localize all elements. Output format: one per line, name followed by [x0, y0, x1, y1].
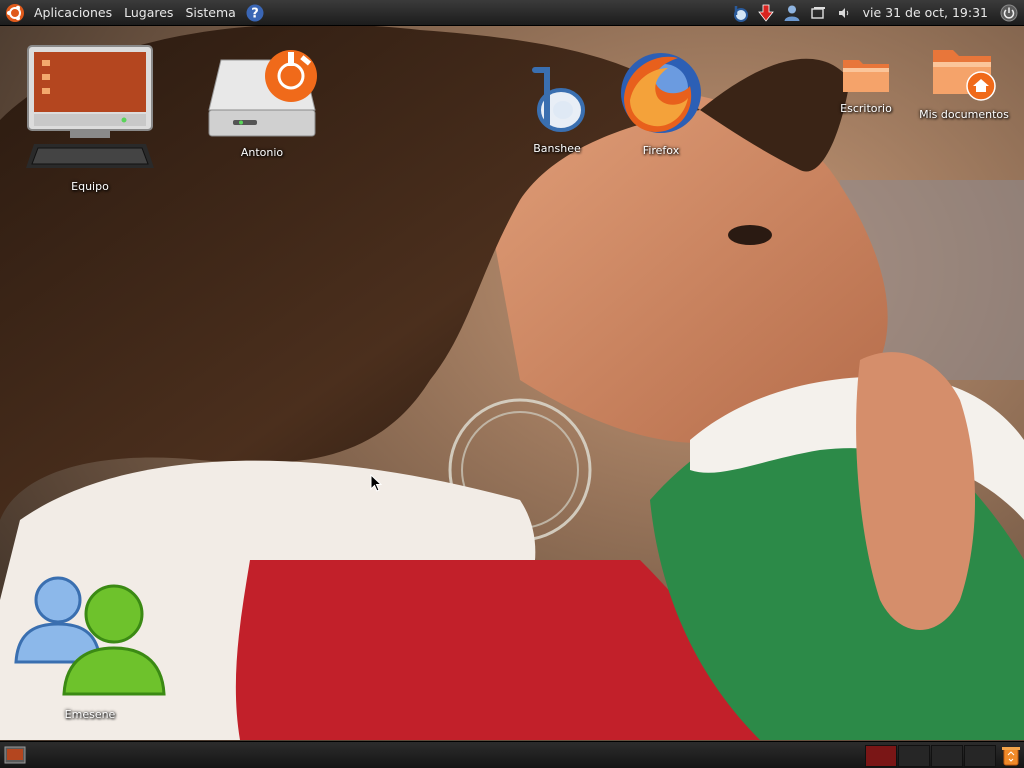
window-icon[interactable]: [807, 2, 829, 24]
desktop-icon-label: Escritorio: [840, 102, 892, 115]
panel-tray: vie 31 de oct, 19:31: [727, 0, 1024, 25]
desktop-icon-label: Emesene: [64, 708, 116, 721]
clock[interactable]: vie 31 de oct, 19:31: [857, 0, 996, 25]
firewire-drive-icon: [208, 50, 317, 137]
desktop-icon-mis-documentos[interactable]: Mis documentos: [914, 44, 1014, 121]
folder-icon: [843, 60, 889, 92]
main-menu: Aplicaciones Lugares Sistema ?: [0, 0, 268, 25]
desktop-icon-firefox[interactable]: Firefox: [614, 48, 708, 157]
trash-icon[interactable]: [1000, 744, 1022, 766]
messenger-icon: [14, 576, 166, 696]
desktop-icon-label: Mis documentos: [919, 108, 1009, 121]
desktop-icon-label: Equipo: [71, 180, 109, 193]
desktop-screen: Aplicaciones Lugares Sistema ? vie 31 de…: [0, 0, 1024, 768]
help-icon[interactable]: ?: [244, 2, 266, 24]
power-icon[interactable]: [998, 2, 1020, 24]
computer-icon: [26, 45, 154, 168]
bottom-panel: [0, 741, 1024, 768]
desktop-icon-label: Antonio: [240, 146, 284, 159]
firefox-icon: [621, 53, 701, 133]
volume-icon[interactable]: [833, 2, 855, 24]
desktop-icon-antonio[interactable]: Antonio: [204, 48, 320, 159]
download-arrow-icon[interactable]: [755, 2, 777, 24]
banshee-tray-icon[interactable]: [729, 2, 751, 24]
desktop-icon-banshee[interactable]: Banshee: [523, 64, 591, 155]
banshee-icon: [532, 67, 585, 132]
workspace-1[interactable]: [865, 745, 897, 767]
desktop-icon-equipo[interactable]: Equipo: [22, 44, 158, 193]
workspace-4[interactable]: [964, 745, 996, 767]
top-panel: Aplicaciones Lugares Sistema ? vie 31 de…: [0, 0, 1024, 26]
desktop-icon-label: Banshee: [533, 142, 581, 155]
mouse-cursor-icon: [370, 474, 382, 492]
desktop-icon-escritorio[interactable]: Escritorio: [836, 54, 896, 115]
menu-lugares[interactable]: Lugares: [118, 0, 179, 25]
svg-text:?: ?: [251, 6, 259, 21]
menu-aplicaciones[interactable]: Aplicaciones: [28, 0, 118, 25]
ubuntu-logo-icon[interactable]: [4, 2, 26, 24]
workspace-3[interactable]: [931, 745, 963, 767]
menu-sistema[interactable]: Sistema: [179, 0, 241, 25]
desktop-icon-label: Firefox: [642, 144, 680, 157]
user-icon[interactable]: [781, 2, 803, 24]
desktop-icon-emesene[interactable]: Emesene: [12, 574, 168, 721]
show-desktop-icon[interactable]: [4, 745, 26, 765]
workspace-2[interactable]: [898, 745, 930, 767]
home-folder-icon: [933, 50, 996, 101]
